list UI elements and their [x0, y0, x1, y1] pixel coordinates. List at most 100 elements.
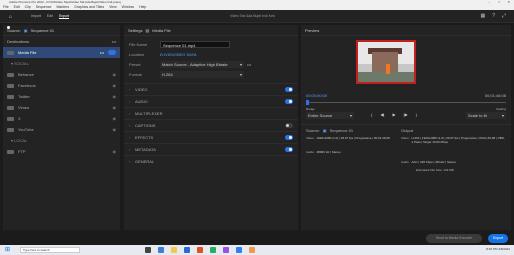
timecode-duration: 00;01;46;08 [484, 93, 506, 98]
workspace-icon[interactable]: ▦ [480, 13, 485, 19]
destination-behance[interactable]: Behance ◉ [3, 69, 120, 80]
playhead[interactable] [306, 100, 309, 105]
section-general[interactable]: › GENERAL [124, 155, 298, 167]
scaling-label: Scaling [496, 107, 506, 111]
destination-twitter[interactable]: Twitter ◉ [3, 91, 120, 102]
visibility-icon[interactable]: ◉ [113, 116, 117, 121]
settings-title: Settings [128, 27, 143, 33]
help-icon[interactable]: ? [492, 13, 495, 19]
mark-in-icon[interactable]: { [371, 112, 372, 117]
output-video-info: Video: H.264 | 1920x1080 (1.0) | 29.97 fp… [401, 136, 505, 144]
captions-toggle[interactable] [285, 123, 293, 128]
step-forward-icon[interactable]: |▶ [404, 112, 408, 117]
chrome-icon[interactable] [197, 247, 203, 253]
output-heading: Output [401, 128, 414, 133]
destination-youtube[interactable]: YouTube ◉ [3, 124, 120, 135]
media-file-toggle[interactable] [108, 50, 116, 55]
sequence-icon: ▣ [23, 27, 28, 33]
preset-label: Preset [129, 61, 141, 67]
output-audio-info: Audio: AAC | 320 Kbps | 48 kHz | Stereo [401, 160, 456, 164]
tab-export[interactable]: Export [58, 14, 70, 19]
range-select[interactable]: Entire Source ▾ [306, 112, 354, 119]
mark-out-icon[interactable]: } [416, 112, 417, 117]
destination-vimeo[interactable]: Vimeo ◉ [3, 102, 120, 113]
destination-x[interactable]: X ◉ [3, 113, 120, 124]
word-icon[interactable] [236, 247, 242, 253]
section-effects[interactable]: › EFFECTS [124, 131, 298, 143]
app-icon[interactable] [210, 247, 216, 253]
export-button[interactable]: Export [488, 234, 508, 243]
project-title: Video Tak Ada Bujet Indi Kek [230, 14, 275, 18]
section-captions[interactable]: › CAPTIONS [124, 119, 298, 131]
windows-start-icon[interactable]: ⊞ [5, 246, 10, 253]
app-icon[interactable] [249, 247, 255, 253]
visibility-icon[interactable]: ◉ [113, 94, 117, 99]
timeline-row: 00;00;00;00 00;01;46;08 [306, 93, 506, 98]
destination-ftp[interactable]: FTP ◉ [3, 146, 120, 157]
send-to-media-encoder-button[interactable]: Send to Media Encoder [426, 234, 482, 243]
visibility-icon[interactable]: ◉ [113, 83, 117, 88]
explorer-icon[interactable] [171, 247, 177, 253]
chevron-down-icon: ▾ [501, 113, 504, 118]
tab-import[interactable]: Import [31, 14, 41, 19]
metadata-toggle[interactable] [285, 147, 293, 152]
home-icon[interactable]: ⌂ [9, 14, 12, 20]
playhead-track[interactable] [306, 100, 506, 105]
effects-toggle[interactable] [285, 135, 293, 140]
facebook-icon [7, 83, 14, 88]
preset-select[interactable]: Match Source - Adaptive High Bitrate ▾ [160, 60, 244, 68]
destination-media-file[interactable]: Media File ••• [3, 47, 120, 58]
estimated-file-size: Estimated File Size: 133 MB [416, 168, 454, 172]
ftp-icon [7, 149, 14, 154]
filename-label: File Name [129, 41, 148, 47]
store-icon[interactable] [184, 247, 190, 253]
play-icon[interactable]: ▶ [392, 112, 395, 117]
source-value[interactable]: Sequence 01 [31, 28, 55, 33]
audio-toggle[interactable] [285, 99, 293, 104]
timecode-current[interactable]: 00;00;00;00 [306, 93, 327, 98]
visibility-icon[interactable]: ◉ [113, 105, 117, 110]
chevron-down-icon: ▾ [239, 71, 242, 77]
section-video[interactable]: › VIDEO [124, 83, 298, 95]
section-audio[interactable]: › AUDIO [124, 95, 298, 107]
preview-title: Preview [305, 27, 320, 33]
premiere-icon[interactable] [223, 247, 229, 253]
source-video-info: Video: 1920x1080 (1.0) | 29.97 fps | Prog… [306, 136, 390, 140]
step-back-icon[interactable]: ◀| [380, 112, 384, 117]
destinations-heading: Destinations [7, 39, 30, 44]
filename-field[interactable]: Sequence 01.mp4 [160, 40, 230, 48]
system-tray[interactable]: 8:45 PM 4/8/2022 [486, 247, 510, 251]
edge-icon[interactable] [158, 247, 164, 253]
divider [301, 124, 511, 125]
source-audio-info: Audio: 48000 Hz | Stereo [306, 150, 341, 154]
section-metadata[interactable]: › METADATA [124, 143, 298, 155]
more-icon[interactable]: ••• [247, 62, 251, 67]
footer-bar: Send to Media Encoder Export [0, 233, 514, 244]
scaling-select[interactable]: Scale to fit ▾ [466, 112, 506, 119]
visibility-icon[interactable]: ◉ [113, 72, 117, 77]
destination-facebook[interactable]: Facebook ◉ [3, 80, 120, 91]
tab-edit[interactable]: Edit [47, 14, 53, 19]
visibility-icon[interactable]: ◉ [113, 127, 117, 132]
task-view-icon[interactable] [145, 247, 151, 253]
taskbar-search[interactable]: Type here to search [20, 247, 80, 253]
format-select[interactable]: H.264 ▾ [160, 70, 244, 78]
video-toggle[interactable] [285, 87, 293, 92]
x-icon [7, 116, 14, 121]
location-link[interactable]: D:\VID\VIDEO SAYA [160, 52, 197, 57]
settings-panel: Settings ▤ Media File File Name Sequence … [124, 25, 298, 230]
visibility-icon[interactable]: ◉ [113, 149, 117, 154]
summary-source: Source: ▣ Sequence 01 [306, 128, 354, 133]
more-icon[interactable]: ••• [112, 39, 116, 44]
app-header: ⌂ Import Edit Export Video Tak Ada Bujet… [0, 10, 514, 23]
preview-panel: Preview 00;00;00;00 00;01;46;08 Range Sc… [301, 25, 511, 230]
social-heading[interactable]: ▾ SOCIAL [3, 58, 120, 69]
local-heading[interactable]: ▾ LOCAL [3, 135, 120, 146]
windows-taskbar: ⊞ Type here to search 8:45 PM 4/8/2022 [0, 245, 514, 255]
more-icon[interactable]: ••• [100, 50, 104, 55]
behance-icon [7, 72, 14, 77]
chevron-down-icon: ▾ [239, 61, 242, 67]
section-multiplexer[interactable]: › MULTIPLEXER [124, 107, 298, 119]
fullscreen-icon[interactable]: ⤢ [502, 13, 506, 19]
media-file-icon: ▤ [145, 27, 150, 33]
